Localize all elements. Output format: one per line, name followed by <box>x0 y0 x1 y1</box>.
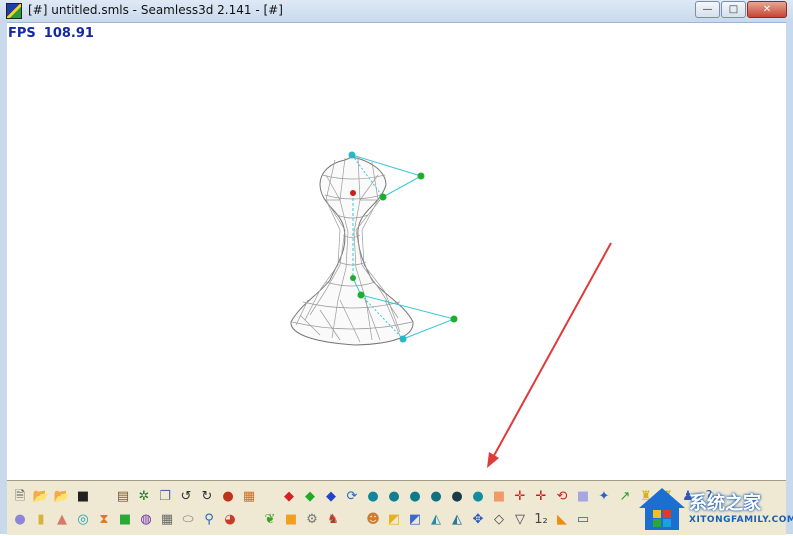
lilac-sphere-icon[interactable]: ● <box>11 510 29 528</box>
control-handle-lower[interactable] <box>357 291 365 299</box>
3d-scene <box>290 151 612 468</box>
cylinder-icon[interactable]: ▮ <box>32 510 50 528</box>
watermark-title: 系统之家 <box>689 493 761 514</box>
lilac-block-icon[interactable]: ■ <box>574 487 592 505</box>
red-loop-icon[interactable]: ⟲ <box>553 487 571 505</box>
control-point-top[interactable] <box>348 151 356 159</box>
control-handle-top-right[interactable] <box>417 172 425 180</box>
title-bar: [#] untitled.smls - Seamless3d 2.141 - [… <box>0 0 793 23</box>
triangle-outline-icon[interactable]: ▽ <box>511 510 529 528</box>
blue-diamond-icon[interactable]: ◆ <box>322 487 340 505</box>
torus-icon[interactable]: ◎ <box>74 510 92 528</box>
rotate-axes-icon[interactable]: ⟳ <box>343 487 361 505</box>
screen-icon[interactable]: ▭ <box>574 510 592 528</box>
character-icon[interactable]: ♞ <box>324 510 342 528</box>
maximize-button[interactable]: □ <box>721 1 746 18</box>
minimize-button[interactable]: — <box>695 1 720 18</box>
teal-face-icon[interactable]: ● <box>364 487 382 505</box>
green-arrow-icon[interactable]: ↗ <box>616 487 634 505</box>
lathe-mesh <box>290 156 414 346</box>
one-two-icon[interactable]: 1₂ <box>532 510 550 528</box>
capsule-icon[interactable]: ⬭ <box>179 510 197 528</box>
fps-counter: FPS 108.91 <box>8 26 94 41</box>
teal-face-4-icon[interactable]: ● <box>427 487 445 505</box>
tree-icon[interactable]: ✲ <box>135 487 153 505</box>
import-icon[interactable]: ▤ <box>114 487 132 505</box>
save-disk-icon[interactable]: ■ <box>74 487 92 505</box>
green-cube-icon[interactable]: ■ <box>116 510 134 528</box>
orange-triangle-icon[interactable]: ◣ <box>553 510 571 528</box>
toolbar-row-1: 🗎📂📂■▤✲❐↺↻●▦◆◆◆⟳●●●●●●■✛✛⟲■✦↗♜♜♟? <box>11 485 718 507</box>
face-icon[interactable]: ☻ <box>364 510 382 528</box>
teal-face-5-icon[interactable]: ● <box>469 487 487 505</box>
close-button[interactable]: ✕ <box>747 1 787 18</box>
hourglass-icon[interactable]: ⧗ <box>95 510 113 528</box>
watermark-url: XITONGFAMILY.COM <box>689 515 793 525</box>
teal-face-2-icon[interactable]: ● <box>385 487 403 505</box>
cone-icon[interactable]: ▲ <box>53 510 71 528</box>
control-handle-bottom-right[interactable] <box>450 315 458 323</box>
grid-icon[interactable]: ▦ <box>158 510 176 528</box>
mesh-blob-icon[interactable]: ◕ <box>221 510 239 528</box>
window-frame-right <box>786 22 793 534</box>
window-title: [#] untitled.smls - Seamless3d 2.141 - [… <box>28 3 283 17</box>
watermark-logo: 系统之家 XITONGFAMILY.COM <box>637 486 793 532</box>
color-tile-2-icon[interactable]: ◩ <box>406 510 424 528</box>
pointer-triangle-2-icon[interactable]: ◭ <box>448 510 466 528</box>
ring-icon[interactable]: ◍ <box>137 510 155 528</box>
red-annotation-arrow <box>487 242 612 468</box>
gear-icon[interactable]: ⚙ <box>303 510 321 528</box>
redo-icon[interactable]: ↻ <box>198 487 216 505</box>
move-arrows-icon[interactable]: ✥ <box>469 510 487 528</box>
dark-face-icon[interactable]: ● <box>448 487 466 505</box>
sphere-material-icon[interactable]: ● <box>219 487 237 505</box>
control-point-middle[interactable] <box>350 275 356 281</box>
pin-icon[interactable]: ⚲ <box>200 510 218 528</box>
fps-label: FPS <box>8 26 36 41</box>
toolbar-row-2: ● ▮ ▲ ◎ ⧗ ■ ◍ ▦ ⬭ ⚲ ◕ ❦ ■ ⚙ ♞ ☻ ◩ ◩ ◭ ◭ ✥ ◇ ▽ 1₂ ◣ ▭ <box>11 508 592 530</box>
new-file-icon[interactable]: 🗎 <box>11 487 29 505</box>
red-diamond-icon[interactable]: ◆ <box>280 487 298 505</box>
fps-value: 108.91 <box>43 26 94 41</box>
copy-icon[interactable]: ❐ <box>156 487 174 505</box>
leaf-icon[interactable]: ❦ <box>261 510 279 528</box>
pointer-triangle-icon[interactable]: ◭ <box>427 510 445 528</box>
pivot-point[interactable] <box>350 190 356 196</box>
diamond-outline-icon[interactable]: ◇ <box>490 510 508 528</box>
red-join-icon[interactable]: ✛ <box>532 487 550 505</box>
red-split-icon[interactable]: ✛ <box>511 487 529 505</box>
house-logo-icon <box>639 488 685 530</box>
open-folder-alt-icon[interactable]: 📂 <box>53 487 71 505</box>
orange-block-icon[interactable]: ■ <box>490 487 508 505</box>
orange-square-icon[interactable]: ■ <box>282 510 300 528</box>
open-folder-icon[interactable]: 📂 <box>32 487 50 505</box>
window-controls: — □ ✕ <box>695 1 787 18</box>
app-icon[interactable] <box>6 3 22 19</box>
control-point-bottom[interactable] <box>399 335 407 343</box>
brick-texture-icon[interactable]: ▦ <box>240 487 258 505</box>
teal-face-3-icon[interactable]: ● <box>406 487 424 505</box>
3d-viewport[interactable] <box>7 23 786 479</box>
green-diamond-icon[interactable]: ◆ <box>301 487 319 505</box>
window-frame-left <box>0 22 7 534</box>
undo-icon[interactable]: ↺ <box>177 487 195 505</box>
color-tile-icon[interactable]: ◩ <box>385 510 403 528</box>
control-handle-upper[interactable] <box>379 193 387 201</box>
blue-star-icon[interactable]: ✦ <box>595 487 613 505</box>
